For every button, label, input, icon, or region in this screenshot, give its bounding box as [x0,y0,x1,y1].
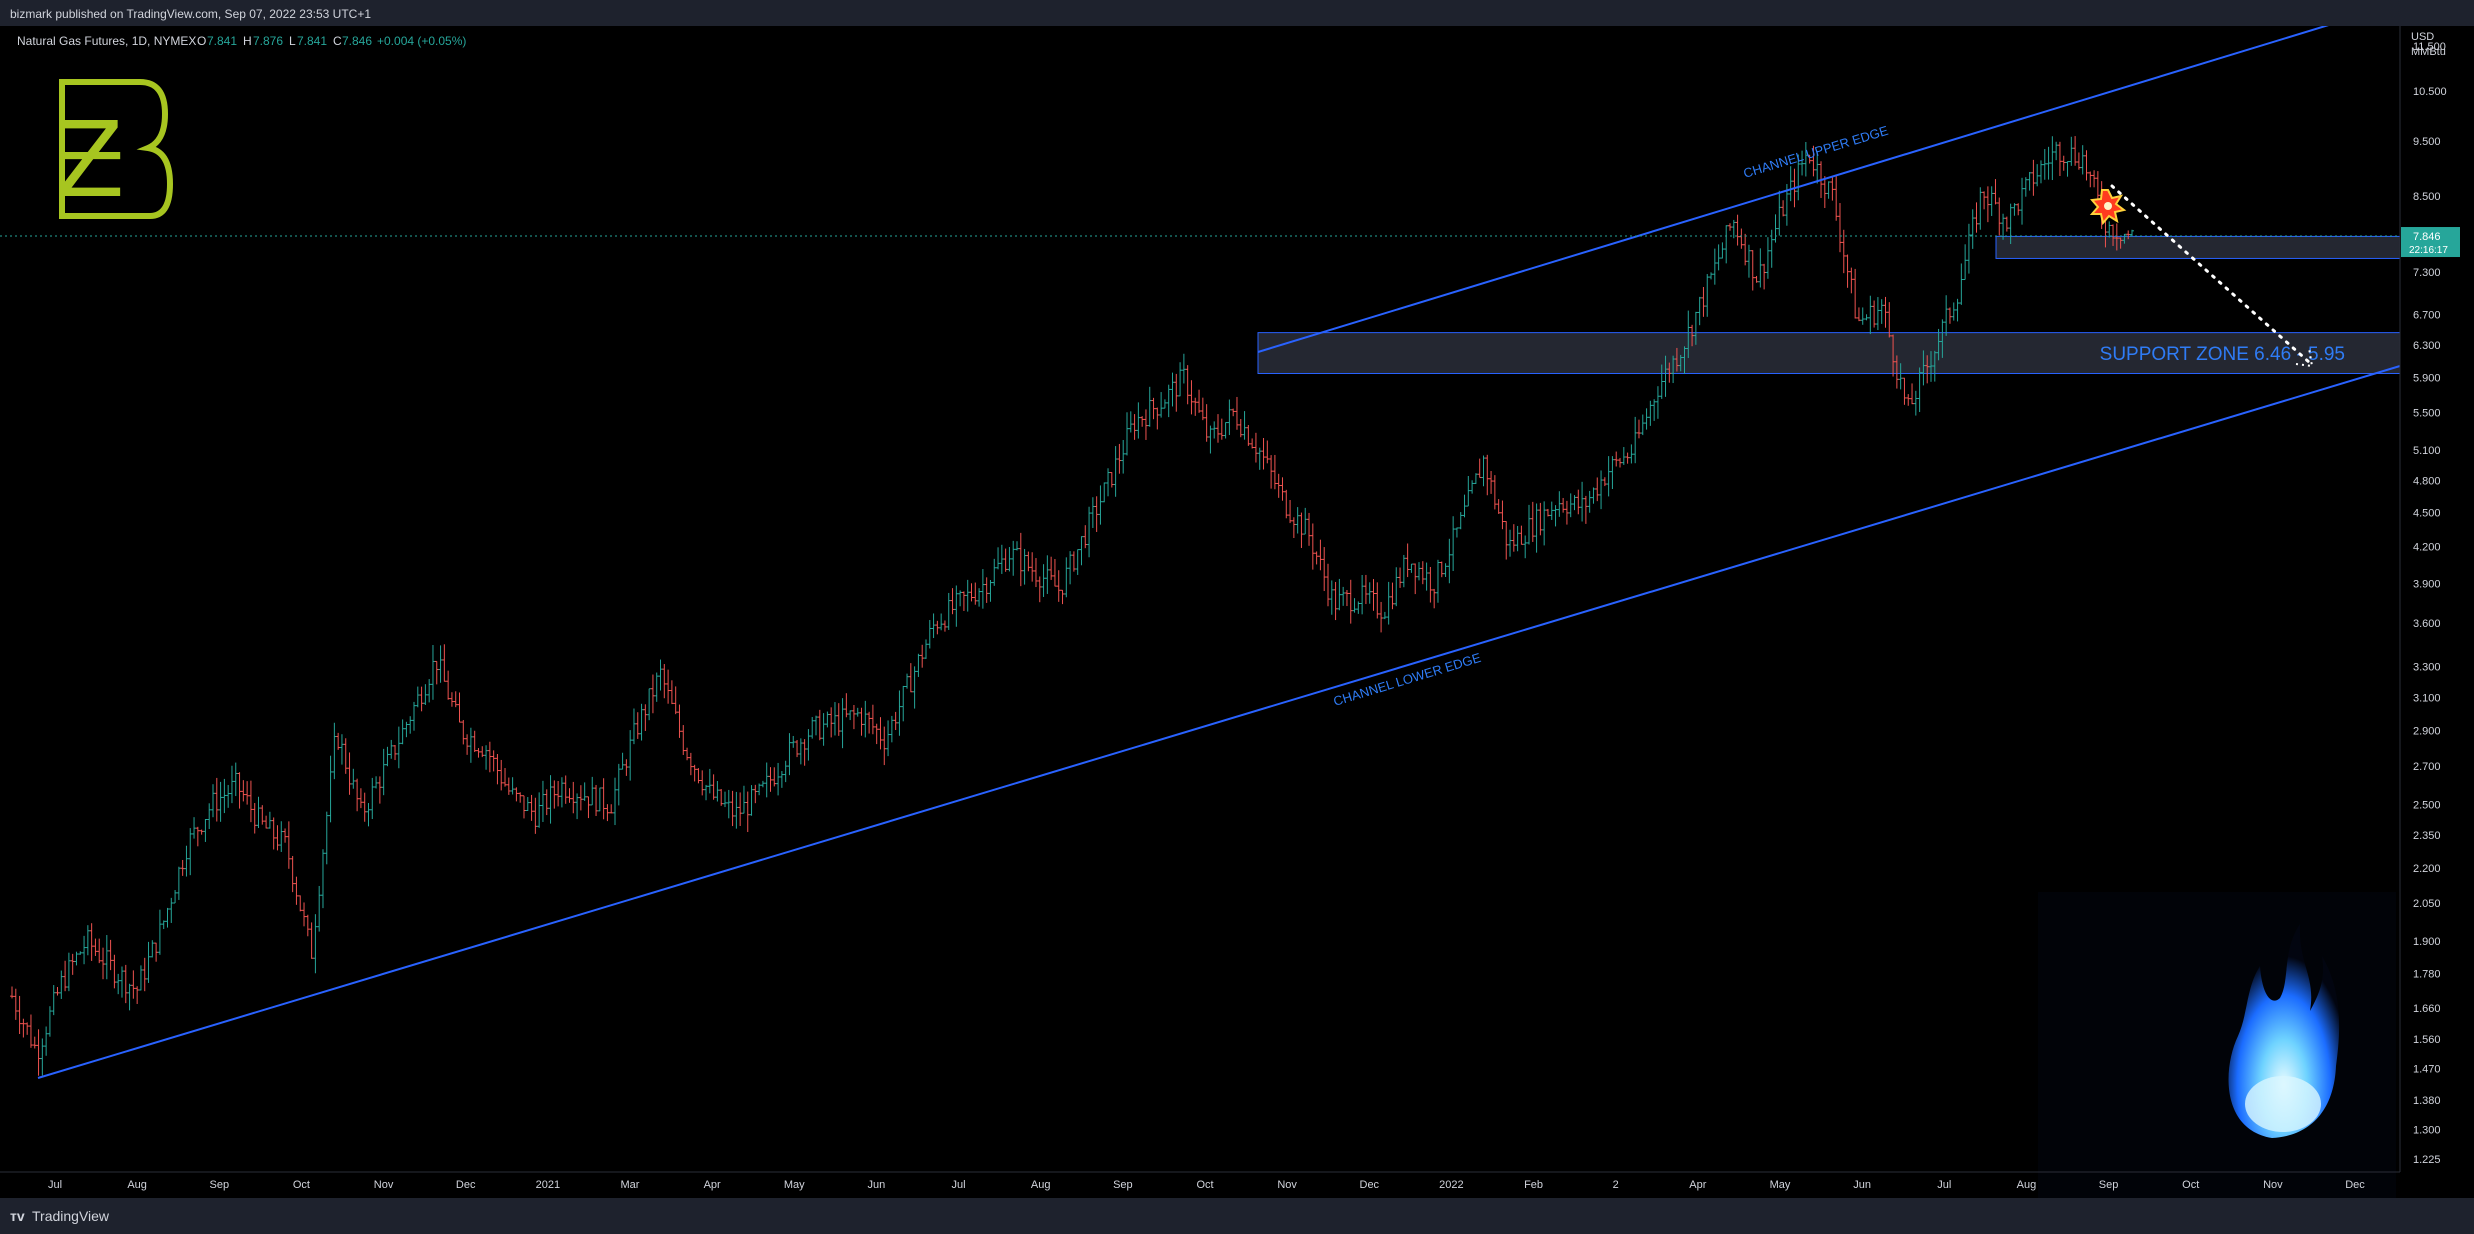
time-tick-label: Apr [1689,1179,1706,1191]
price-tick-label: 6.300 [2413,340,2441,352]
current-price-label: 7.846 [2413,231,2441,243]
price-tick-label: 2.500 [2413,799,2441,811]
time-tick-label: Dec [456,1179,476,1191]
high-value: 7.876 [253,34,283,48]
gas-flame-image [2038,892,2396,1198]
time-tick-label: Sep [1113,1179,1133,1191]
price-tick-label: 2.050 [2413,898,2441,910]
time-axis-ticks: Jul Aug Sep Oct Nov Dec 2021 Mar Apr May Jun Jul Aug… [48,1179,2365,1191]
price-tick-label: 4.500 [2413,507,2441,519]
price-tick-label: 5.900 [2413,373,2441,385]
channel-upper-label: CHANNEL UPPER EDGE [1742,123,1891,181]
price-tick-label: 10.500 [2413,86,2447,98]
time-tick-label: Aug [2017,1179,2037,1191]
high-label: H [243,34,252,48]
time-tick-label: Nov [1277,1179,1297,1191]
time-tick-label: Apr [704,1179,721,1191]
publish-info: bizmark published on TradingView.com, Se… [10,7,371,21]
close-label: C [333,34,342,48]
time-tick-label: Nov [374,1179,394,1191]
sell-signal-core [2104,202,2112,210]
time-tick-label: Oct [2182,1179,2199,1191]
low-label: L [289,34,296,48]
header-bar: bizmark published on TradingView.com, Se… [0,0,2474,26]
logo-glyph: Ƶ [56,97,123,220]
price-tick-label: 4.200 [2413,542,2441,554]
price-tick-label: 3.100 [2413,693,2441,705]
time-tick-label: Mar [621,1179,640,1191]
channel-lower-label: CHANNEL LOWER EDGE [1332,650,1483,709]
price-tick-label: 9.500 [2413,136,2441,148]
current-range-box [1995,235,2401,259]
open-label: O [197,34,206,48]
author-logo: Ƶ [56,79,174,220]
time-tick-label: Jun [868,1179,886,1191]
price-tick-label: 7.300 [2413,267,2441,279]
time-tick-label: Dec [1360,1179,1380,1191]
flame-core [2245,1076,2321,1132]
price-tick-label: 3.600 [2413,618,2441,630]
close-value: 7.846 [342,34,372,48]
price-tick-label: 4.800 [2413,475,2441,487]
time-tick-label: Sep [2099,1179,2119,1191]
price-tick-label: 1.380 [2413,1095,2441,1107]
time-tick-label: Jul [48,1179,62,1191]
bar-countdown: 22:16:17 [2409,245,2448,256]
price-tick-label: 6.700 [2413,310,2441,322]
price-tick-label: 2.700 [2413,761,2441,773]
time-tick-label: Jun [1853,1179,1871,1191]
price-tick-label: 1.660 [2413,1003,2441,1015]
price-tick-label: 8.500 [2413,191,2441,203]
time-tick-label: Nov [2263,1179,2283,1191]
time-tick-label: Aug [1031,1179,1051,1191]
change-value: +0.004 (+0.05%) [377,34,466,48]
time-tick-label: Oct [293,1179,310,1191]
price-tick-label: 5.100 [2413,445,2441,457]
time-tick-label: Feb [1524,1179,1543,1191]
flame-background [2038,892,2396,1198]
time-tick-label: May [784,1179,805,1191]
footer-bar: ᴛᴠ TradingView [0,1198,2474,1234]
price-tick-label: 1.780 [2413,968,2441,980]
time-tick-label: 2021 [536,1179,560,1191]
price-tick-label: 1.225 [2413,1154,2441,1166]
price-tick-label: 1.560 [2413,1034,2441,1046]
price-tick-label: 2.350 [2413,830,2441,842]
time-tick-label: 2 [1613,1179,1619,1191]
channel-upper-line [1257,26,2329,353]
time-tick-label: Jul [1937,1179,1951,1191]
price-axis-ticks: 11.500 10.500 9.500 8.500 7.846 22:16:17 7.300… [2401,41,2460,1166]
time-tick-label: Oct [1196,1179,1213,1191]
price-tick-label: 11.500 [2413,41,2446,53]
price-tick-label: 5.500 [2413,408,2441,420]
tradingview-brand[interactable]: TradingView [32,1208,109,1224]
time-tick-label: Jul [952,1179,966,1191]
price-tick-label: 3.900 [2413,578,2441,590]
price-tick-label: 2.200 [2413,863,2441,875]
time-tick-label: Aug [127,1179,147,1191]
zones: SUPPORT ZONE 6.46 - 5.95 [1257,235,2401,375]
symbol-name: Natural Gas Futures, 1D, NYMEX [17,34,196,48]
price-tick-label: 3.300 [2413,661,2441,673]
time-tick-label: May [1770,1179,1791,1191]
price-chart[interactable]: Natural Gas Futures, 1D, NYMEX O 7.841 H… [0,26,2474,1198]
low-value: 7.841 [297,34,327,48]
tradingview-logo-icon[interactable]: ᴛᴠ [10,1208,25,1224]
time-tick-label: Sep [209,1179,229,1191]
ohlc-legend: O 7.841 H 7.876 L 7.841 C 7.846 +0.004 (… [197,34,466,48]
price-tick-label: 1.300 [2413,1124,2441,1136]
price-tick-label: 1.470 [2413,1063,2441,1075]
price-tick-label: 1.900 [2413,936,2441,948]
time-tick-label: Dec [2345,1179,2365,1191]
open-value: 7.841 [207,34,237,48]
price-bars [10,136,2134,1076]
time-tick-label: 2022 [1439,1179,1463,1191]
price-tick-label: 2.900 [2413,726,2441,738]
